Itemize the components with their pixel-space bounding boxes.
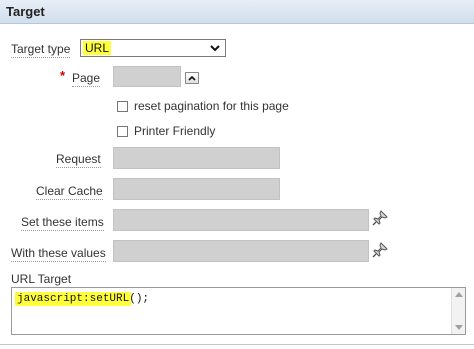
- target-type-value: URL: [85, 41, 110, 55]
- url-target-label: URL Target: [11, 272, 72, 288]
- reset-pagination-checkbox[interactable]: [117, 101, 128, 112]
- clear-cache-label: Clear Cache: [36, 184, 103, 200]
- reset-pagination-label: reset pagination for this page: [134, 99, 289, 113]
- scroll-down-icon[interactable]: [455, 325, 463, 330]
- request-label: Request: [56, 152, 101, 168]
- request-input[interactable]: [113, 147, 280, 169]
- chevron-up-icon: [188, 75, 196, 81]
- set-items-input[interactable]: [113, 209, 369, 231]
- pushpin-icon[interactable]: [372, 210, 388, 229]
- url-target-value: javascript:setURL();: [17, 293, 150, 305]
- set-items-label: Set these items: [21, 215, 104, 231]
- region-title: Target: [6, 4, 45, 19]
- chevron-down-icon: [210, 42, 220, 57]
- pushpin-icon[interactable]: [372, 242, 388, 261]
- clear-cache-input[interactable]: [113, 178, 280, 200]
- textarea-scrollbar[interactable]: [451, 288, 465, 334]
- region-header: Target: [0, 0, 474, 24]
- with-values-input[interactable]: [113, 240, 369, 262]
- with-values-label: With these values: [11, 246, 106, 262]
- target-type-select[interactable]: URL: [80, 39, 226, 57]
- url-target-textarea[interactable]: javascript:setURL();: [11, 287, 466, 335]
- page-label: Page: [72, 71, 101, 87]
- page-input[interactable]: [113, 66, 181, 87]
- printer-friendly-label: Printer Friendly: [134, 124, 216, 138]
- target-type-label: Target type: [11, 42, 71, 58]
- printer-friendly-checkbox[interactable]: [117, 126, 128, 137]
- divider: [0, 344, 474, 345]
- scroll-up-icon[interactable]: [455, 292, 463, 297]
- required-marker: *: [60, 68, 66, 83]
- page-picker-button[interactable]: [185, 72, 199, 84]
